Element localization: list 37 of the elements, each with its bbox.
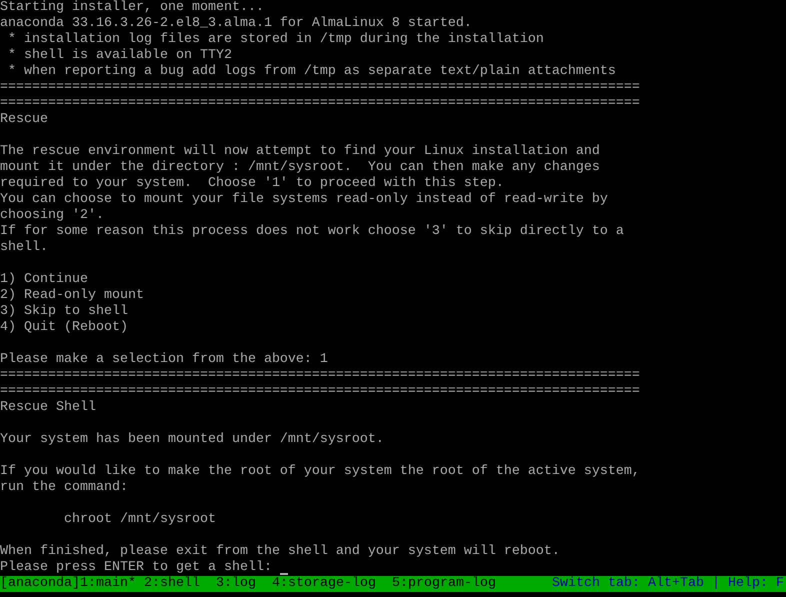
terminal-line: You can choose to mount your file systems read-only instead of read-write by xyxy=(0,192,608,208)
window-tab[interactable]: 5:program-log xyxy=(392,576,496,592)
terminal-line: Rescue Shell xyxy=(0,400,96,416)
terminal-line: * installation log files are stored in /tmp during the installation xyxy=(6,32,544,48)
session-name: [anaconda] xyxy=(0,576,80,592)
terminal-line: 2) Read-only mount xyxy=(0,288,144,304)
terminal-line: The rescue environment will now attempt to find your Linux installation and xyxy=(0,144,600,160)
terminal-line: shell. xyxy=(0,240,48,256)
separator-line: ================================================================================ xyxy=(0,384,640,400)
terminal-line: run the command: xyxy=(0,480,128,496)
terminal-line: 3) Skip to shell xyxy=(0,304,128,320)
key-hint: Switch tab: Alt+Tab | Help: F xyxy=(552,576,785,592)
terminal-line: Starting installer, one moment... xyxy=(0,0,264,16)
window-tab[interactable]: 4:storage-log xyxy=(272,576,376,592)
terminal-line: 1) Continue xyxy=(0,272,88,288)
window-tab[interactable]: 2:shell xyxy=(144,576,200,592)
separator-line: ================================================================================ xyxy=(0,80,640,96)
terminal-line: Your system has been mounted under /mnt/sysroot. xyxy=(0,432,384,448)
terminal-line: If you would like to make the root of your system the root of the active system, xyxy=(0,464,640,480)
terminal-line: * when reporting a bug add logs from /tmp as separate text/plain attachments xyxy=(6,64,616,80)
terminal-line: If for some reason this process does not work choose '3' to skip directly to a xyxy=(0,224,624,240)
terminal-line: chroot /mnt/sysroot xyxy=(62,512,216,528)
window-tab[interactable]: 3:log xyxy=(216,576,256,592)
shell-prompt: Please press ENTER to get a shell: xyxy=(0,560,273,576)
terminal-line: When finished, please exit from the shell and your system will reboot. xyxy=(0,544,560,560)
separator-line: ================================================================================ xyxy=(0,96,640,112)
terminal-line: anaconda 33.16.3.26-2.el8_3.alma.1 for AlmaLinux 8 started. xyxy=(0,16,472,32)
separator-line: ================================================================================ xyxy=(0,368,640,384)
terminal-line: mount it under the directory : /mnt/sysroot. You can then make any changes xyxy=(0,160,600,176)
terminal-line: Please make a selection from the above: 1 xyxy=(0,352,328,368)
window-tab[interactable]: 1:main* xyxy=(80,576,136,592)
terminal-line: Rescue xyxy=(0,112,48,128)
text-cursor xyxy=(280,573,288,575)
terminal-line: * shell is available on TTY2 xyxy=(6,48,232,64)
terminal-line: 4) Quit (Reboot) xyxy=(0,320,128,336)
terminal-line: choosing '2'. xyxy=(0,208,104,224)
terminal-line: required to your system. Choose '1' to proceed with this step. xyxy=(0,176,504,192)
